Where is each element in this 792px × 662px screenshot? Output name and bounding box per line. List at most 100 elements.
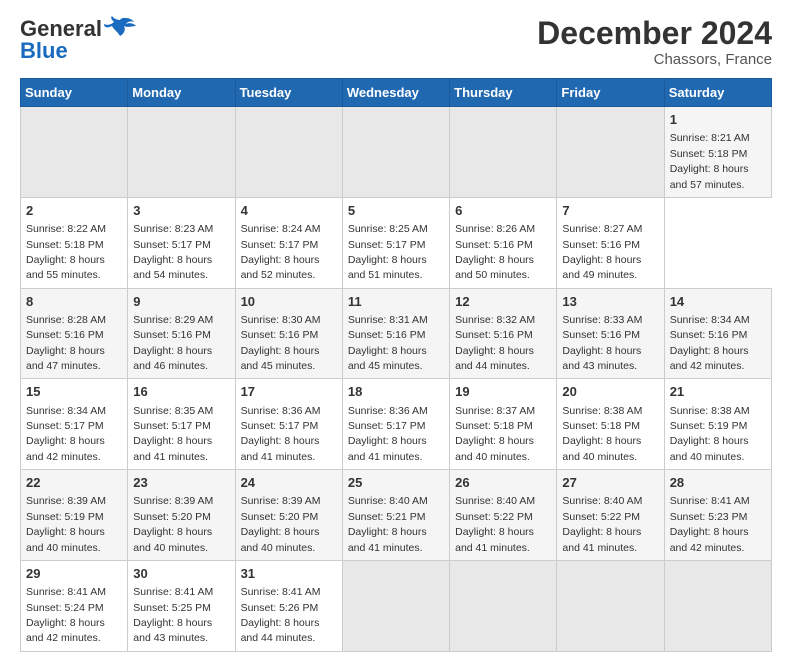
header-row: SundayMondayTuesdayWednesdayThursdayFrid… xyxy=(21,79,772,107)
day-number: 13 xyxy=(562,293,659,311)
col-header-saturday: Saturday xyxy=(664,79,771,107)
day-number: 19 xyxy=(455,383,552,401)
col-header-thursday: Thursday xyxy=(450,79,557,107)
calendar-week: 15Sunrise: 8:34 AMSunset: 5:17 PMDayligh… xyxy=(21,379,772,470)
day-number: 12 xyxy=(455,293,552,311)
day-info: Sunrise: 8:38 AMSunset: 5:18 PMDaylight:… xyxy=(562,405,642,463)
empty-cell xyxy=(342,107,449,198)
header: General Blue December 2024 Chassors, Fra… xyxy=(20,16,772,68)
calendar-day: 3Sunrise: 8:23 AMSunset: 5:17 PMDaylight… xyxy=(128,197,235,288)
calendar-day: 27Sunrise: 8:40 AMSunset: 5:22 PMDayligh… xyxy=(557,470,664,561)
day-info: Sunrise: 8:41 AMSunset: 5:23 PMDaylight:… xyxy=(670,495,750,553)
day-number: 24 xyxy=(241,474,338,492)
day-number: 23 xyxy=(133,474,230,492)
day-number: 6 xyxy=(455,202,552,220)
calendar-day: 13 Sunrise: 8:33 AMSunset: 5:16 PMDayligh… xyxy=(557,288,664,379)
day-info: Sunrise: 8:39 AMSunset: 5:20 PMDaylight:… xyxy=(241,495,321,553)
day-info: Sunrise: 8:34 AMSunset: 5:16 PMDaylight:… xyxy=(670,314,750,372)
calendar-day: 11Sunrise: 8:31 AMSunset: 5:16 PMDayligh… xyxy=(342,288,449,379)
day-number: 7 xyxy=(562,202,659,220)
calendar-day: 23 Sunrise: 8:39 AMSunset: 5:20 PMDayligh… xyxy=(128,470,235,561)
day-info: Sunrise: 8:36 AMSunset: 5:17 PMDaylight:… xyxy=(348,405,428,463)
day-info: Sunrise: 8:41 AMSunset: 5:24 PMDaylight:… xyxy=(26,586,106,644)
day-number: 17 xyxy=(241,383,338,401)
calendar-day: 30Sunrise: 8:41 AMSunset: 5:25 PMDayligh… xyxy=(128,560,235,651)
day-info: Sunrise: 8:34 AMSunset: 5:17 PMDaylight:… xyxy=(26,405,106,463)
day-number: 10 xyxy=(241,293,338,311)
empty-cell xyxy=(21,107,128,198)
calendar-week: 22 Sunrise: 8:39 AMSunset: 5:19 PMDayligh… xyxy=(21,470,772,561)
empty-cell xyxy=(450,107,557,198)
calendar-day: 14 Sunrise: 8:34 AMSunset: 5:16 PMDayligh… xyxy=(664,288,771,379)
day-info: Sunrise: 8:41 AMSunset: 5:26 PMDaylight:… xyxy=(241,586,321,644)
day-number: 1 xyxy=(670,111,767,129)
empty-cell xyxy=(235,107,342,198)
calendar-day: 26 Sunrise: 8:40 AMSunset: 5:22 PMDayligh… xyxy=(450,470,557,561)
logo-text-blue: Blue xyxy=(20,38,68,63)
day-info: Sunrise: 8:22 AMSunset: 5:18 PMDaylight:… xyxy=(26,223,106,281)
calendar-day: 28 Sunrise: 8:41 AMSunset: 5:23 PMDayligh… xyxy=(664,470,771,561)
calendar-day xyxy=(342,560,449,651)
col-header-monday: Monday xyxy=(128,79,235,107)
day-info: Sunrise: 8:41 AMSunset: 5:25 PMDaylight:… xyxy=(133,586,213,644)
day-info: Sunrise: 8:30 AMSunset: 5:16 PMDaylight:… xyxy=(241,314,321,372)
calendar-day: 18 Sunrise: 8:36 AMSunset: 5:17 PMDayligh… xyxy=(342,379,449,470)
title-block: December 2024 Chassors, France xyxy=(537,16,772,68)
calendar-day: 31 Sunrise: 8:41 AMSunset: 5:26 PMDayligh… xyxy=(235,560,342,651)
calendar-day: 6Sunrise: 8:26 AMSunset: 5:16 PMDaylight… xyxy=(450,197,557,288)
day-number: 27 xyxy=(562,474,659,492)
calendar-day: 22 Sunrise: 8:39 AMSunset: 5:19 PMDayligh… xyxy=(21,470,128,561)
calendar-body: 1 Sunrise: 8:21 AMSunset: 5:18 PMDaylight… xyxy=(21,107,772,652)
day-info: Sunrise: 8:39 AMSunset: 5:20 PMDaylight:… xyxy=(133,495,213,553)
day-info: Sunrise: 8:39 AMSunset: 5:19 PMDaylight:… xyxy=(26,495,106,553)
day-number: 22 xyxy=(26,474,123,492)
calendar-day: 5Sunrise: 8:25 AMSunset: 5:17 PMDaylight… xyxy=(342,197,449,288)
calendar-day: 16Sunrise: 8:35 AMSunset: 5:17 PMDayligh… xyxy=(128,379,235,470)
day-number: 28 xyxy=(670,474,767,492)
day-info: Sunrise: 8:21 AMSunset: 5:18 PMDaylight:… xyxy=(670,132,750,190)
day-number: 2 xyxy=(26,202,123,220)
day-number: 31 xyxy=(241,565,338,583)
day-info: Sunrise: 8:28 AMSunset: 5:16 PMDaylight:… xyxy=(26,314,106,372)
calendar-day: 17Sunrise: 8:36 AMSunset: 5:17 PMDayligh… xyxy=(235,379,342,470)
col-header-tuesday: Tuesday xyxy=(235,79,342,107)
page-title: December 2024 xyxy=(537,16,772,51)
day-info: Sunrise: 8:32 AMSunset: 5:16 PMDaylight:… xyxy=(455,314,535,372)
day-info: Sunrise: 8:27 AMSunset: 5:16 PMDaylight:… xyxy=(562,223,642,281)
calendar-day: 1 Sunrise: 8:21 AMSunset: 5:18 PMDaylight… xyxy=(664,107,771,198)
day-info: Sunrise: 8:35 AMSunset: 5:17 PMDaylight:… xyxy=(133,405,213,463)
day-info: Sunrise: 8:23 AMSunset: 5:17 PMDaylight:… xyxy=(133,223,213,281)
empty-cell xyxy=(557,107,664,198)
day-info: Sunrise: 8:37 AMSunset: 5:18 PMDaylight:… xyxy=(455,405,535,463)
day-number: 4 xyxy=(241,202,338,220)
day-number: 29 xyxy=(26,565,123,583)
day-number: 20 xyxy=(562,383,659,401)
calendar-day xyxy=(450,560,557,651)
day-number: 11 xyxy=(348,293,445,311)
day-number: 14 xyxy=(670,293,767,311)
day-number: 25 xyxy=(348,474,445,492)
day-number: 8 xyxy=(26,293,123,311)
day-info: Sunrise: 8:40 AMSunset: 5:22 PMDaylight:… xyxy=(455,495,535,553)
day-info: Sunrise: 8:40 AMSunset: 5:21 PMDaylight:… xyxy=(348,495,428,553)
calendar-week: 1 Sunrise: 8:21 AMSunset: 5:18 PMDaylight… xyxy=(21,107,772,198)
day-info: Sunrise: 8:25 AMSunset: 5:17 PMDaylight:… xyxy=(348,223,428,281)
calendar-day xyxy=(557,560,664,651)
day-info: Sunrise: 8:24 AMSunset: 5:17 PMDaylight:… xyxy=(241,223,321,281)
calendar-day: 9 Sunrise: 8:29 AMSunset: 5:16 PMDaylight… xyxy=(128,288,235,379)
calendar-day: 24 Sunrise: 8:39 AMSunset: 5:20 PMDayligh… xyxy=(235,470,342,561)
day-number: 26 xyxy=(455,474,552,492)
day-number: 18 xyxy=(348,383,445,401)
calendar-day: 4 Sunrise: 8:24 AMSunset: 5:17 PMDaylight… xyxy=(235,197,342,288)
calendar-week: 8 Sunrise: 8:28 AMSunset: 5:16 PMDaylight… xyxy=(21,288,772,379)
day-number: 9 xyxy=(133,293,230,311)
day-info: Sunrise: 8:33 AMSunset: 5:16 PMDaylight:… xyxy=(562,314,642,372)
day-info: Sunrise: 8:29 AMSunset: 5:16 PMDaylight:… xyxy=(133,314,213,372)
col-header-wednesday: Wednesday xyxy=(342,79,449,107)
page-subtitle: Chassors, France xyxy=(537,51,772,68)
calendar-day: 15Sunrise: 8:34 AMSunset: 5:17 PMDayligh… xyxy=(21,379,128,470)
calendar-day: 29 Sunrise: 8:41 AMSunset: 5:24 PMDayligh… xyxy=(21,560,128,651)
calendar-header: SundayMondayTuesdayWednesdayThursdayFrid… xyxy=(21,79,772,107)
empty-cell xyxy=(128,107,235,198)
calendar-day: 7 Sunrise: 8:27 AMSunset: 5:16 PMDaylight… xyxy=(557,197,664,288)
